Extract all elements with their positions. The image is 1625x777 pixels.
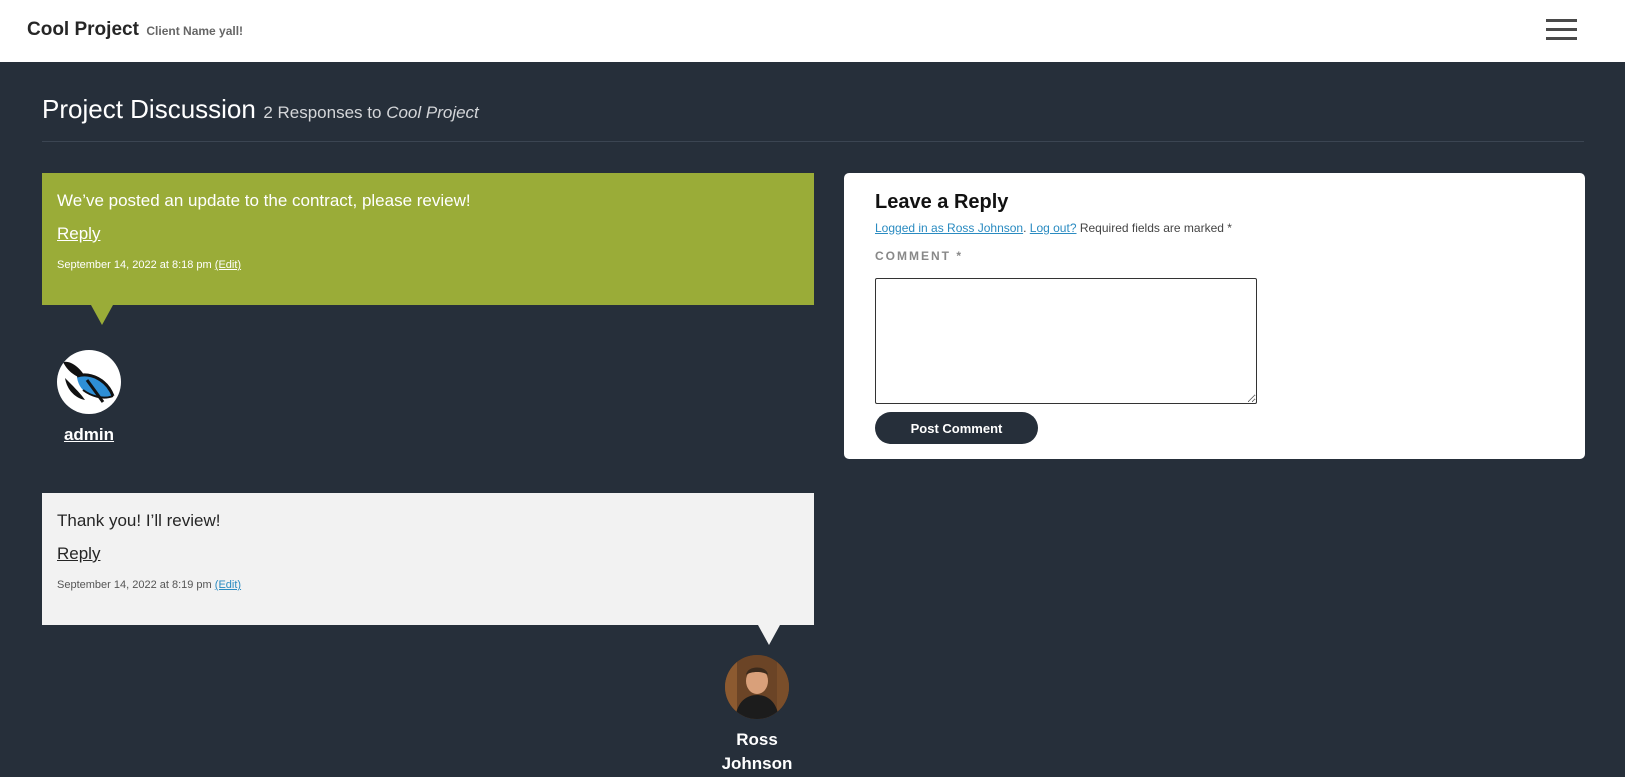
logged-in-notice: Logged in as Ross Johnson. Log out? Requ… <box>875 221 1232 235</box>
comment-textarea[interactable] <box>875 278 1257 404</box>
logout-link[interactable]: Log out? <box>1030 221 1077 235</box>
comment-bubble: We’ve posted an update to the contract, … <box>42 173 814 305</box>
reply-title: Leave a Reply <box>875 191 1009 213</box>
avatar <box>57 350 121 414</box>
author-last-name: Johnson <box>721 754 793 773</box>
separator-text: . <box>1023 221 1030 235</box>
author-name[interactable]: admin <box>52 425 126 445</box>
user-photo-icon <box>725 655 789 719</box>
project-name: Cool Project <box>386 103 479 122</box>
comment-date[interactable]: September 14, 2022 at 8:18 pm <box>57 259 212 271</box>
author-name: Ross Johnson <box>712 728 802 776</box>
menu-bar-line <box>1546 28 1577 31</box>
top-bar: Cool Project Client Name yall! <box>0 0 1625 62</box>
comment-label: COMMENT * <box>875 249 963 263</box>
site-brand: Cool Project Client Name yall! <box>27 19 243 41</box>
header-divider <box>42 141 1584 142</box>
comment-text: We’ve posted an update to the contract, … <box>57 191 471 210</box>
edit-link[interactable]: (Edit) <box>215 579 241 591</box>
post-comment-button[interactable]: Post Comment <box>875 412 1038 444</box>
responses-prefix: 2 Responses to <box>263 103 382 122</box>
author-first-name: Ross <box>736 730 778 749</box>
reply-link[interactable]: Reply <box>57 544 100 564</box>
comment-meta: September 14, 2022 at 8:18 pm (Edit) <box>57 259 799 271</box>
page-header: Project Discussion 2 Responses to Cool P… <box>42 94 479 125</box>
page-title: Project Discussion <box>42 94 256 124</box>
butterfly-icon <box>63 361 115 403</box>
reply-panel: Leave a Reply Logged in as Ross Johnson.… <box>844 173 1585 459</box>
hamburger-icon[interactable] <box>1546 19 1577 41</box>
reply-link[interactable]: Reply <box>57 224 100 244</box>
edit-link[interactable]: (Edit) <box>215 259 241 271</box>
bubble-tail <box>91 305 113 325</box>
comment-text: Thank you! I’ll review! <box>57 511 221 530</box>
menu-bar-line <box>1546 19 1577 22</box>
required-note: Required fields are marked * <box>1079 221 1232 235</box>
menu-bar-line <box>1546 37 1577 40</box>
avatar <box>725 655 789 719</box>
comment-bubble: Thank you! I’ll review! Reply September … <box>42 493 814 625</box>
logged-in-link[interactable]: Logged in as Ross Johnson <box>875 221 1023 235</box>
comment-meta: September 14, 2022 at 8:19 pm (Edit) <box>57 579 799 591</box>
site-title[interactable]: Cool Project <box>27 19 139 40</box>
comment-date[interactable]: September 14, 2022 at 8:19 pm <box>57 579 212 591</box>
client-name: Client Name yall! <box>146 24 244 38</box>
responses-count: 2 Responses to Cool Project <box>263 103 478 122</box>
bubble-tail <box>758 625 780 645</box>
